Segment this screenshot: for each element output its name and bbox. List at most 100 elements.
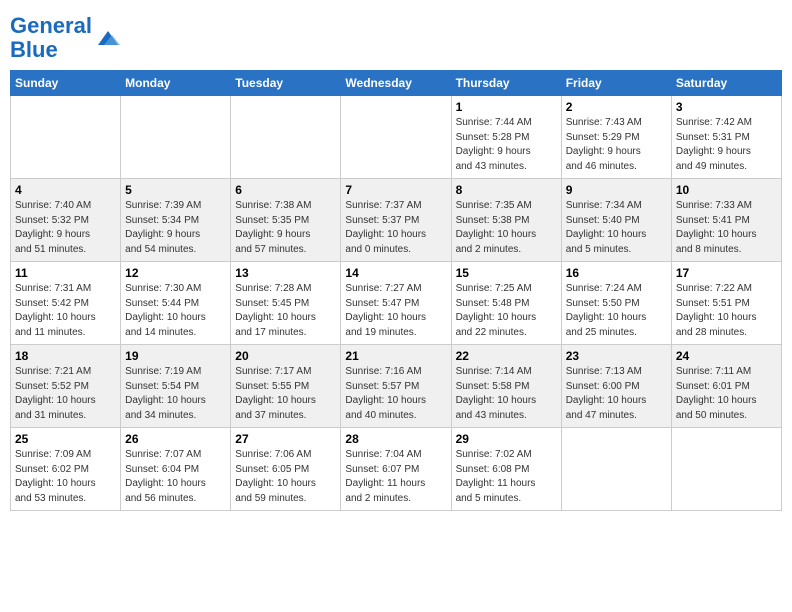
calendar-day-cell: 25Sunrise: 7:09 AM Sunset: 6:02 PM Dayli…	[11, 428, 121, 511]
day-number: 20	[235, 349, 336, 363]
day-info: Sunrise: 7:42 AM Sunset: 5:31 PM Dayligh…	[676, 116, 777, 174]
day-info: Sunrise: 7:43 AM Sunset: 5:29 PM Dayligh…	[566, 116, 667, 174]
day-info: Sunrise: 7:19 AM Sunset: 5:54 PM Dayligh…	[125, 365, 226, 423]
calendar-day-cell: 18Sunrise: 7:21 AM Sunset: 5:52 PM Dayli…	[11, 345, 121, 428]
calendar-day-cell: 9 Sunrise: 7:34 AM Sunset: 5:40 PM Daylig…	[561, 179, 671, 262]
day-info: Sunrise: 7:35 AM Sunset: 5:38 PM Dayligh…	[456, 199, 557, 257]
day-info: Sunrise: 7:22 AM Sunset: 5:51 PM Dayligh…	[676, 282, 777, 340]
day-number: 7	[345, 183, 446, 197]
day-info: Sunrise: 7:28 AM Sunset: 5:45 PM Dayligh…	[235, 282, 336, 340]
day-number: 27	[235, 432, 336, 446]
calendar-day-cell: 17 Sunrise: 7:22 AM Sunset: 5:51 PM Dayli…	[671, 262, 781, 345]
calendar-day-cell: 19Sunrise: 7:19 AM Sunset: 5:54 PM Dayli…	[121, 345, 231, 428]
calendar-day-cell: 3 Sunrise: 7:42 AM Sunset: 5:31 PM Daylig…	[671, 96, 781, 179]
calendar-day-cell: 22 Sunrise: 7:14 AM Sunset: 5:58 PM Dayli…	[451, 345, 561, 428]
day-of-week-header: Friday	[561, 71, 671, 96]
calendar-week-row: 1Sunrise: 7:44 AM Sunset: 5:28 PM Daylig…	[11, 96, 782, 179]
day-number: 17	[676, 266, 777, 280]
day-info: Sunrise: 7:11 AM Sunset: 6:01 PM Dayligh…	[676, 365, 777, 423]
day-info: Sunrise: 7:31 AM Sunset: 5:42 PM Dayligh…	[15, 282, 116, 340]
day-number: 14	[345, 266, 446, 280]
day-number: 3	[676, 100, 777, 114]
day-info: Sunrise: 7:02 AM Sunset: 6:08 PM Dayligh…	[456, 448, 557, 506]
calendar-day-cell: 2 Sunrise: 7:43 AM Sunset: 5:29 PM Daylig…	[561, 96, 671, 179]
calendar-day-cell: 10 Sunrise: 7:33 AM Sunset: 5:41 PM Dayli…	[671, 179, 781, 262]
calendar-day-cell	[671, 428, 781, 511]
day-number: 26	[125, 432, 226, 446]
calendar-day-cell: 7 Sunrise: 7:37 AM Sunset: 5:37 PM Daylig…	[341, 179, 451, 262]
day-info: Sunrise: 7:44 AM Sunset: 5:28 PM Dayligh…	[456, 116, 557, 174]
day-number: 22	[456, 349, 557, 363]
day-number: 9	[566, 183, 667, 197]
day-info: Sunrise: 7:13 AM Sunset: 6:00 PM Dayligh…	[566, 365, 667, 423]
day-info: Sunrise: 7:37 AM Sunset: 5:37 PM Dayligh…	[345, 199, 446, 257]
calendar-header-row: SundayMondayTuesdayWednesdayThursdayFrid…	[11, 71, 782, 96]
calendar-day-cell: 12 Sunrise: 7:30 AM Sunset: 5:44 PM Dayli…	[121, 262, 231, 345]
day-info: Sunrise: 7:04 AM Sunset: 6:07 PM Dayligh…	[345, 448, 446, 506]
day-number: 13	[235, 266, 336, 280]
day-info: Sunrise: 7:27 AM Sunset: 5:47 PM Dayligh…	[345, 282, 446, 340]
day-info: Sunrise: 7:25 AM Sunset: 5:48 PM Dayligh…	[456, 282, 557, 340]
calendar-day-cell	[341, 96, 451, 179]
logo-blue: Blue	[10, 37, 58, 62]
calendar-day-cell: 5 Sunrise: 7:39 AM Sunset: 5:34 PM Daylig…	[121, 179, 231, 262]
calendar-day-cell	[121, 96, 231, 179]
day-of-week-header: Saturday	[671, 71, 781, 96]
day-number: 29	[456, 432, 557, 446]
calendar-day-cell: 11 Sunrise: 7:31 AM Sunset: 5:42 PM Dayli…	[11, 262, 121, 345]
day-of-week-header: Wednesday	[341, 71, 451, 96]
logo-general: General	[10, 13, 92, 38]
day-number: 10	[676, 183, 777, 197]
day-info: Sunrise: 7:38 AM Sunset: 5:35 PM Dayligh…	[235, 199, 336, 257]
calendar-day-cell: 23 Sunrise: 7:13 AM Sunset: 6:00 PM Dayli…	[561, 345, 671, 428]
calendar-day-cell: 21 Sunrise: 7:16 AM Sunset: 5:57 PM Dayli…	[341, 345, 451, 428]
calendar-day-cell: 4Sunrise: 7:40 AM Sunset: 5:32 PM Daylig…	[11, 179, 121, 262]
logo-text: General Blue	[10, 14, 92, 62]
calendar-week-row: 25Sunrise: 7:09 AM Sunset: 6:02 PM Dayli…	[11, 428, 782, 511]
day-number: 21	[345, 349, 446, 363]
day-of-week-header: Sunday	[11, 71, 121, 96]
header: General Blue	[10, 10, 782, 62]
day-number: 4	[15, 183, 116, 197]
calendar-day-cell: 29 Sunrise: 7:02 AM Sunset: 6:08 PM Dayli…	[451, 428, 561, 511]
day-number: 5	[125, 183, 226, 197]
day-number: 12	[125, 266, 226, 280]
day-info: Sunrise: 7:16 AM Sunset: 5:57 PM Dayligh…	[345, 365, 446, 423]
calendar-day-cell	[231, 96, 341, 179]
logo-icon	[94, 27, 122, 49]
day-info: Sunrise: 7:07 AM Sunset: 6:04 PM Dayligh…	[125, 448, 226, 506]
calendar-day-cell: 15 Sunrise: 7:25 AM Sunset: 5:48 PM Dayli…	[451, 262, 561, 345]
day-number: 11	[15, 266, 116, 280]
day-number: 18	[15, 349, 116, 363]
calendar-day-cell: 24 Sunrise: 7:11 AM Sunset: 6:01 PM Dayli…	[671, 345, 781, 428]
day-number: 2	[566, 100, 667, 114]
logo: General Blue	[10, 14, 122, 62]
day-info: Sunrise: 7:09 AM Sunset: 6:02 PM Dayligh…	[15, 448, 116, 506]
calendar-week-row: 4Sunrise: 7:40 AM Sunset: 5:32 PM Daylig…	[11, 179, 782, 262]
day-number: 15	[456, 266, 557, 280]
calendar-table: SundayMondayTuesdayWednesdayThursdayFrid…	[10, 70, 782, 511]
calendar-day-cell: 28Sunrise: 7:04 AM Sunset: 6:07 PM Dayli…	[341, 428, 451, 511]
day-number: 6	[235, 183, 336, 197]
calendar-day-cell	[561, 428, 671, 511]
day-of-week-header: Monday	[121, 71, 231, 96]
day-number: 23	[566, 349, 667, 363]
day-info: Sunrise: 7:34 AM Sunset: 5:40 PM Dayligh…	[566, 199, 667, 257]
calendar-week-row: 11 Sunrise: 7:31 AM Sunset: 5:42 PM Dayli…	[11, 262, 782, 345]
day-number: 16	[566, 266, 667, 280]
day-number: 8	[456, 183, 557, 197]
day-info: Sunrise: 7:33 AM Sunset: 5:41 PM Dayligh…	[676, 199, 777, 257]
day-info: Sunrise: 7:14 AM Sunset: 5:58 PM Dayligh…	[456, 365, 557, 423]
day-of-week-header: Thursday	[451, 71, 561, 96]
calendar-day-cell	[11, 96, 121, 179]
calendar-day-cell: 20 Sunrise: 7:17 AM Sunset: 5:55 PM Dayli…	[231, 345, 341, 428]
calendar-day-cell: 6 Sunrise: 7:38 AM Sunset: 5:35 PM Daylig…	[231, 179, 341, 262]
day-info: Sunrise: 7:30 AM Sunset: 5:44 PM Dayligh…	[125, 282, 226, 340]
calendar-day-cell: 13 Sunrise: 7:28 AM Sunset: 5:45 PM Dayli…	[231, 262, 341, 345]
day-number: 24	[676, 349, 777, 363]
day-info: Sunrise: 7:17 AM Sunset: 5:55 PM Dayligh…	[235, 365, 336, 423]
day-info: Sunrise: 7:06 AM Sunset: 6:05 PM Dayligh…	[235, 448, 336, 506]
day-info: Sunrise: 7:39 AM Sunset: 5:34 PM Dayligh…	[125, 199, 226, 257]
calendar-day-cell: 27 Sunrise: 7:06 AM Sunset: 6:05 PM Dayli…	[231, 428, 341, 511]
day-info: Sunrise: 7:24 AM Sunset: 5:50 PM Dayligh…	[566, 282, 667, 340]
